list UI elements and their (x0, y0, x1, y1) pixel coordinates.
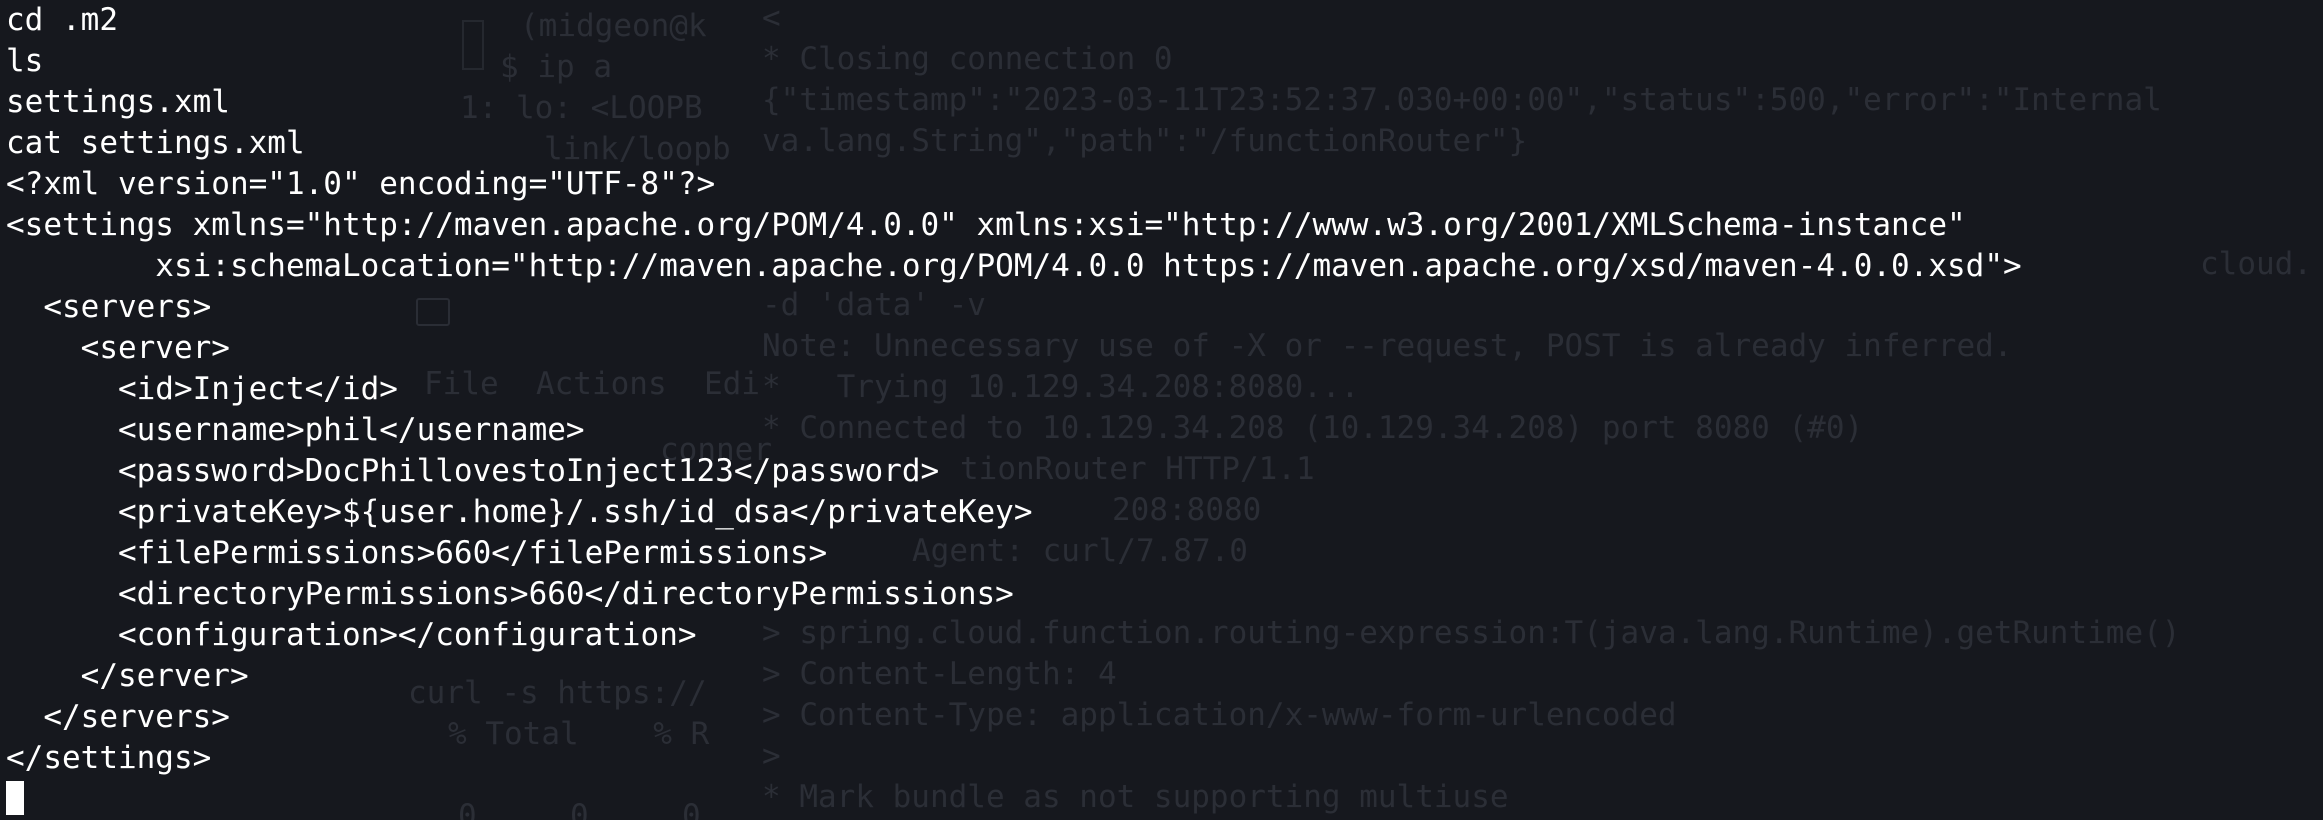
background-line: cloud. (2200, 246, 2312, 282)
command-line: cat settings.xml (6, 125, 305, 161)
xml-line: </settings> (6, 740, 212, 776)
xml-line: <filePermissions>660</filePermissions> (6, 535, 828, 571)
xml-line: </server> (6, 658, 249, 694)
xml-line: <servers> (6, 289, 212, 325)
xml-line: <configuration></configuration> (6, 617, 697, 653)
xml-line: <directoryPermissions>660</directoryPerm… (6, 576, 1014, 612)
xml-line: xsi:schemaLocation="http://maven.apache.… (6, 248, 2022, 284)
xml-line: </servers> (6, 699, 230, 735)
command-line: ls (6, 43, 44, 79)
command-line: cd .m2 (6, 2, 118, 38)
terminal-output: cd .m2 ls settings.xml cat settings.xml … (6, 0, 2022, 820)
output-line: settings.xml (6, 84, 230, 120)
xml-line: <?xml version="1.0" encoding="UTF-8"?> (6, 166, 716, 202)
text-cursor (6, 781, 24, 815)
xml-line: <server> (6, 330, 230, 366)
xml-line: <settings xmlns="http://maven.apache.org… (6, 207, 1966, 243)
xml-line: <privateKey>${user.home}/.ssh/id_dsa</pr… (6, 494, 1033, 530)
xml-line: <username>phil</username> (6, 412, 585, 448)
xml-line: <password>DocPhillovestoInject123</passw… (6, 453, 940, 489)
terminal-window[interactable]: (midgeon@k $ ip a 1: lo: <LOOPB link/loo… (0, 0, 2323, 820)
xml-line: <id>Inject</id> (6, 371, 398, 407)
prompt-line[interactable] (6, 779, 2022, 820)
